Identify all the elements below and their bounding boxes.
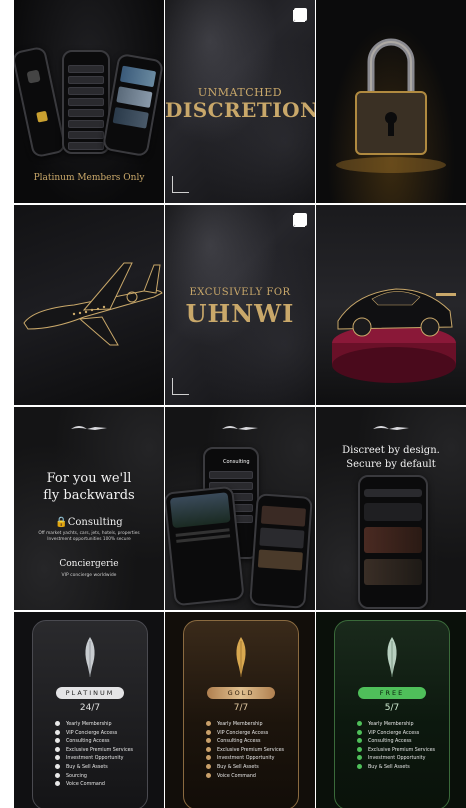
concierge-title: Conciergerie <box>59 559 119 569</box>
headline-large: DISCRETION <box>165 98 315 122</box>
phone-mockup-right <box>101 52 164 158</box>
post-tile-plan-free[interactable]: FREE 5/7 Yearly Membership VIP Concierge… <box>316 612 466 808</box>
headline-small: EXCUSIVELY FOR <box>189 287 291 298</box>
feature-list: Yearly Membership VIP Concierge Access C… <box>357 721 447 773</box>
list-item: Sourcing <box>55 772 145 782</box>
hummingbird-logo-icon <box>373 426 409 430</box>
post-tile-sports-car[interactable] <box>316 205 466 405</box>
list-item: Consulting Access <box>206 738 296 747</box>
headline-large: UHNWI <box>185 299 295 328</box>
list-item: Yearly Membership <box>206 721 296 730</box>
phone-mockup-left <box>14 45 67 159</box>
list-item: VIP Concierge Access <box>357 729 447 739</box>
headline-line-1: For you we'll <box>46 471 132 486</box>
post-tile-uhnwi[interactable]: EXCUSIVELY FOR UHNWI <box>165 205 315 405</box>
multiple-posts-icon <box>293 8 307 22</box>
quill-icon <box>387 637 397 677</box>
list-item: Consulting Access <box>55 738 145 747</box>
list-item: Yearly Membership <box>55 721 145 730</box>
post-tile-plan-gold[interactable]: GOLD 7/7 Yearly Membership VIP Concierge… <box>165 612 315 808</box>
corner-mark <box>172 378 189 395</box>
phone-mockup-left <box>165 485 245 607</box>
plan-availability: 24/7 <box>79 703 101 713</box>
quill-icon <box>236 637 246 677</box>
plan-availability: 7/7 <box>233 703 249 713</box>
post-grid: Platinum Members Only UNMATCHED DISCRETI… <box>14 0 466 808</box>
list-item: Investment Opportunity <box>206 755 296 764</box>
feature-list: Yearly Membership VIP Concierge Access C… <box>55 721 145 790</box>
headline-line-2: fly backwards <box>43 488 135 503</box>
list-item: Voice Command <box>206 772 296 782</box>
list-item: VIP Concierge Access <box>55 729 145 739</box>
consulting-title: 🔒Consulting <box>55 517 123 528</box>
list-item: Exclusive Premium Services <box>206 746 296 756</box>
list-item: Buy & Sell Assets <box>357 763 447 773</box>
list-item: Exclusive Premium Services <box>55 746 145 756</box>
plan-name-badge: GOLD <box>207 687 275 699</box>
concierge-subtitle: VIP concierge worldwide <box>61 573 117 578</box>
post-tile-lock[interactable] <box>316 0 466 203</box>
tile-caption: Platinum Members Only <box>33 173 145 183</box>
list-item: Buy & Sell Assets <box>206 763 296 773</box>
multiple-posts-icon <box>293 213 307 227</box>
post-tile-fly-backwards[interactable]: For you we'll fly backwards 🔒Consulting … <box>14 407 164 610</box>
phone-mockup <box>358 475 428 609</box>
app-title: Consulting <box>223 459 250 465</box>
hummingbird-logo-icon <box>71 426 107 430</box>
post-tile-plan-platinum[interactable]: PLATINUM 24/7 Yearly Membership VIP Conc… <box>14 612 164 808</box>
post-tile-platinum-members[interactable]: Platinum Members Only <box>14 0 164 203</box>
consulting-subtitle-1: Off market yachts, cars, jets, hotels, p… <box>38 531 140 536</box>
hummingbird-logo-icon <box>222 426 258 430</box>
corner-mark <box>172 176 189 193</box>
list-item: Voice Command <box>55 781 145 790</box>
plan-availability: 5/7 <box>384 703 400 713</box>
headline-line-1: Discreet by design. <box>342 445 440 456</box>
list-item: Investment Opportunity <box>55 755 145 764</box>
plan-name-badge: PLATINUM <box>56 687 124 699</box>
plan-card-gold[interactable]: GOLD 7/7 Yearly Membership VIP Concierge… <box>183 620 299 808</box>
phone-mockup-right <box>249 493 313 609</box>
list-item: Buy & Sell Assets <box>55 763 145 773</box>
list-item: Consulting Access <box>357 738 447 747</box>
plan-name-badge: FREE <box>358 687 426 699</box>
feature-list: Yearly Membership VIP Concierge Access C… <box>206 721 296 781</box>
list-item: VIP Concierge Access <box>206 729 296 739</box>
list-item: Yearly Membership <box>357 721 447 730</box>
consulting-subtitle-2: Investment opportunities 100% secure <box>47 537 131 542</box>
sports-car-illustration <box>332 288 456 383</box>
list-item: Exclusive Premium Services <box>357 746 447 756</box>
post-tile-app-mockups[interactable]: Consulting <box>165 407 315 610</box>
list-item: Investment Opportunity <box>357 755 447 764</box>
post-tile-private-jet[interactable] <box>14 205 164 405</box>
plan-card-platinum[interactable]: PLATINUM 24/7 Yearly Membership VIP Conc… <box>32 620 148 808</box>
plan-card-free[interactable]: FREE 5/7 Yearly Membership VIP Concierge… <box>334 620 450 808</box>
quill-icon <box>85 637 95 677</box>
post-tile-discreet-design[interactable]: Discreet by design. Secure by default <box>316 407 466 610</box>
lock-icon <box>336 38 446 173</box>
lock-icon: 🔒 <box>55 517 68 528</box>
headline-line-2: Secure by default <box>346 459 436 470</box>
jet-illustration <box>23 262 163 346</box>
post-tile-unmatched-discretion[interactable]: UNMATCHED DISCRETION <box>165 0 315 203</box>
